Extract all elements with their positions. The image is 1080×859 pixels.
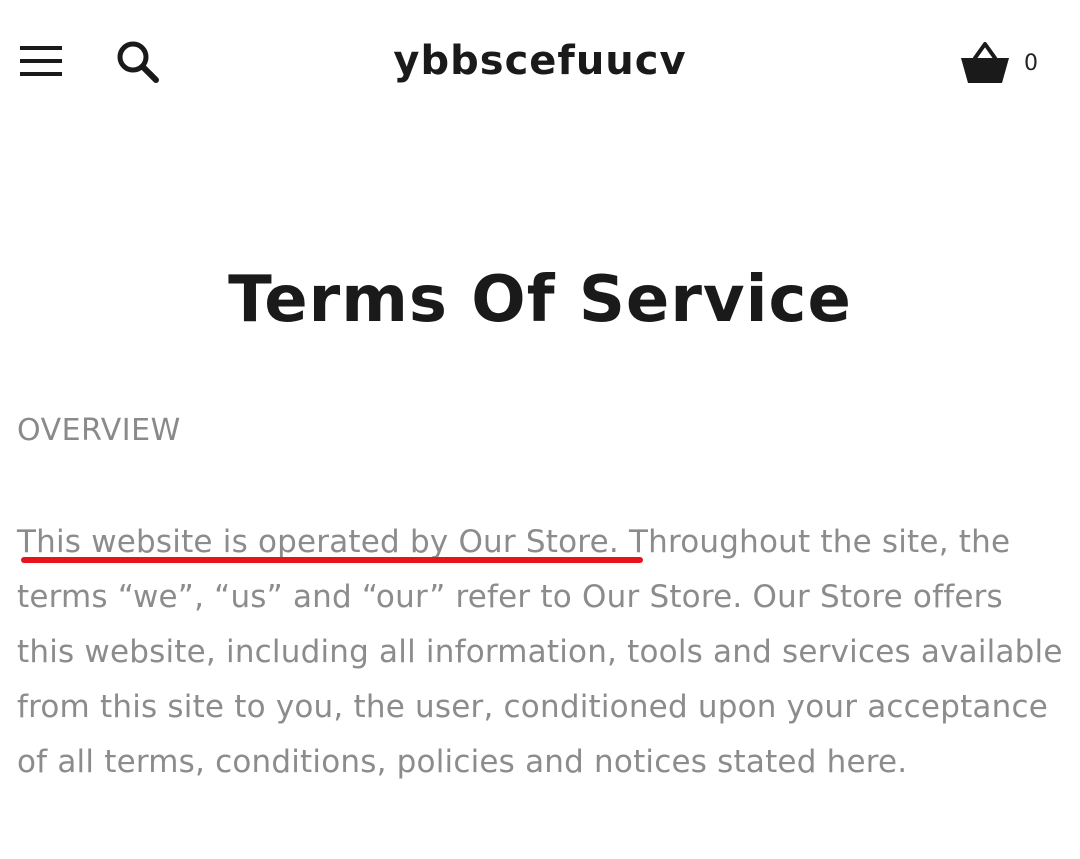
underlined-sentence: This website is operated by Our Store. <box>17 524 619 560</box>
red-annotation-underline <box>21 557 643 563</box>
hamburger-menu-icon[interactable] <box>18 40 64 80</box>
page-title: Terms Of Service <box>228 263 852 337</box>
cart-count-badge: 0 <box>1024 51 1038 76</box>
search-icon[interactable] <box>114 38 162 86</box>
overview-heading: OVERVIEW <box>17 413 181 448</box>
store-name-link[interactable]: ybbscefuucv <box>340 36 740 86</box>
site-header: ybbscefuucv 0 <box>0 0 1080 125</box>
basket-icon[interactable] <box>958 40 1012 86</box>
